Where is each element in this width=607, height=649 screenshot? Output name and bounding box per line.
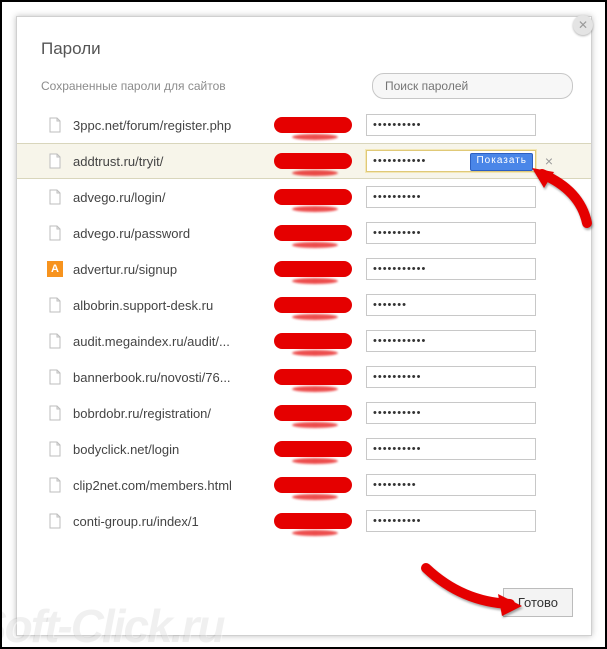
password-dots: ••••••••• — [373, 479, 417, 491]
password-dots: •••••••••• — [373, 191, 422, 203]
username-redacted — [274, 402, 366, 424]
password-row[interactable]: audit.megaindex.ru/audit/... ••••••••••• — [17, 323, 591, 359]
document-icon — [47, 477, 63, 493]
password-row[interactable]: clip2net.com/members.html ••••••••• — [17, 467, 591, 503]
password-dots: •••••••••• — [373, 371, 422, 383]
document-icon — [47, 117, 63, 133]
password-dots: •••••••••• — [373, 443, 422, 455]
site-url: clip2net.com/members.html — [73, 478, 268, 493]
saved-passwords-label: Сохраненные пароли для сайтов — [41, 79, 372, 93]
page-title: Пароли — [17, 17, 591, 73]
password-dots: ••••••••••• — [373, 263, 426, 275]
done-button[interactable]: Готово — [503, 588, 573, 617]
document-icon — [47, 225, 63, 241]
username-redacted — [274, 474, 366, 496]
delete-row-icon[interactable]: × — [542, 153, 556, 169]
document-icon — [47, 189, 63, 205]
password-dots: •••••••••• — [373, 515, 422, 527]
password-dots: ••••••••••• — [373, 155, 426, 167]
password-dots: ••••••••••• — [373, 335, 426, 347]
password-dots: ••••••• — [373, 299, 407, 311]
site-url: albobrin.support-desk.ru — [73, 298, 268, 313]
password-row[interactable]: 3ppc.net/forum/register.php •••••••••• — [17, 107, 591, 143]
username-redacted — [274, 510, 366, 532]
site-url: advego.ru/login/ — [73, 190, 268, 205]
search-input[interactable] — [372, 73, 573, 99]
site-url: bannerbook.ru/novosti/76... — [73, 370, 268, 385]
password-dots: •••••••••• — [373, 407, 422, 419]
document-icon — [47, 153, 63, 169]
password-row[interactable]: advego.ru/password •••••••••• — [17, 215, 591, 251]
username-redacted — [274, 258, 366, 280]
site-url: advego.ru/password — [73, 226, 268, 241]
password-dots: •••••••••• — [373, 119, 422, 131]
document-icon — [47, 405, 63, 421]
username-redacted — [274, 150, 366, 172]
password-field[interactable]: •••••••••• — [366, 114, 536, 136]
username-redacted — [274, 186, 366, 208]
password-dots: •••••••••• — [373, 227, 422, 239]
document-icon — [47, 297, 63, 313]
password-list: 3ppc.net/forum/register.php •••••••••• add… — [17, 107, 591, 539]
password-row[interactable]: bobrdobr.ru/registration/ •••••••••• — [17, 395, 591, 431]
password-field[interactable]: ••••••••••• — [366, 258, 536, 280]
password-field[interactable]: ••••••••••• — [366, 330, 536, 352]
password-field[interactable]: ••••••• — [366, 294, 536, 316]
password-row[interactable]: conti-group.ru/index/1 •••••••••• — [17, 503, 591, 539]
password-row[interactable]: albobrin.support-desk.ru ••••••• — [17, 287, 591, 323]
password-row[interactable]: addtrust.ru/tryit/ ••••••••••• Показать × — [17, 143, 591, 179]
site-url: addtrust.ru/tryit/ — [73, 154, 268, 169]
passwords-dialog: ✕ Пароли Сохраненные пароли для сайтов 3… — [16, 16, 592, 636]
password-field[interactable]: •••••••••• — [366, 438, 536, 460]
password-row[interactable]: advego.ru/login/ •••••••••• — [17, 179, 591, 215]
list-header: Сохраненные пароли для сайтов — [17, 73, 591, 107]
password-row[interactable]: bannerbook.ru/novosti/76... •••••••••• — [17, 359, 591, 395]
site-favicon-icon: A — [47, 261, 63, 277]
password-row[interactable]: Aadvertur.ru/signup ••••••••••• — [17, 251, 591, 287]
document-icon — [47, 513, 63, 529]
username-redacted — [274, 438, 366, 460]
username-redacted — [274, 330, 366, 352]
username-redacted — [274, 294, 366, 316]
password-field[interactable]: •••••••••• — [366, 366, 536, 388]
username-redacted — [274, 114, 366, 136]
password-field[interactable]: ••••••••• — [366, 474, 536, 496]
site-url: conti-group.ru/index/1 — [73, 514, 268, 529]
username-redacted — [274, 366, 366, 388]
site-url: 3ppc.net/forum/register.php — [73, 118, 268, 133]
username-redacted — [274, 222, 366, 244]
password-field[interactable]: •••••••••• — [366, 510, 536, 532]
document-icon — [47, 369, 63, 385]
document-icon — [47, 441, 63, 457]
password-field[interactable]: ••••••••••• Показать — [366, 150, 536, 172]
site-url: audit.megaindex.ru/audit/... — [73, 334, 268, 349]
site-url: bobrdobr.ru/registration/ — [73, 406, 268, 421]
site-url: bodyclick.net/login — [73, 442, 268, 457]
close-icon[interactable]: ✕ — [573, 15, 593, 35]
site-url: advertur.ru/signup — [73, 262, 268, 277]
show-password-button[interactable]: Показать — [470, 153, 533, 171]
document-icon — [47, 333, 63, 349]
password-field[interactable]: •••••••••• — [366, 186, 536, 208]
password-field[interactable]: •••••••••• — [366, 222, 536, 244]
password-field[interactable]: •••••••••• — [366, 402, 536, 424]
password-row[interactable]: bodyclick.net/login •••••••••• — [17, 431, 591, 467]
